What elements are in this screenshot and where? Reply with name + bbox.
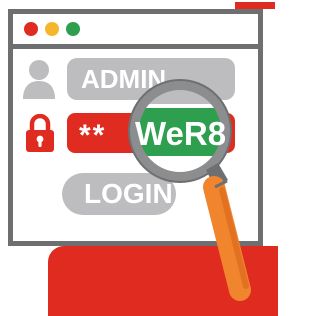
login-button[interactable]: LOGIN — [62, 173, 176, 215]
red-background-panel — [48, 246, 278, 316]
window-titlebar — [13, 14, 258, 49]
username-value: ADMIN — [81, 64, 167, 94]
password-masked-value: ** — [79, 119, 107, 152]
username-field[interactable]: ADMIN — [67, 58, 235, 100]
login-button-label: LOGIN — [84, 178, 173, 209]
password-field[interactable]: ** — [67, 113, 235, 153]
user-icon — [23, 60, 55, 99]
close-button[interactable] — [24, 22, 38, 36]
lock-icon — [26, 114, 54, 152]
maximize-button[interactable] — [66, 22, 80, 36]
minimize-button[interactable] — [45, 22, 59, 36]
red-background-corner — [235, 2, 275, 9]
